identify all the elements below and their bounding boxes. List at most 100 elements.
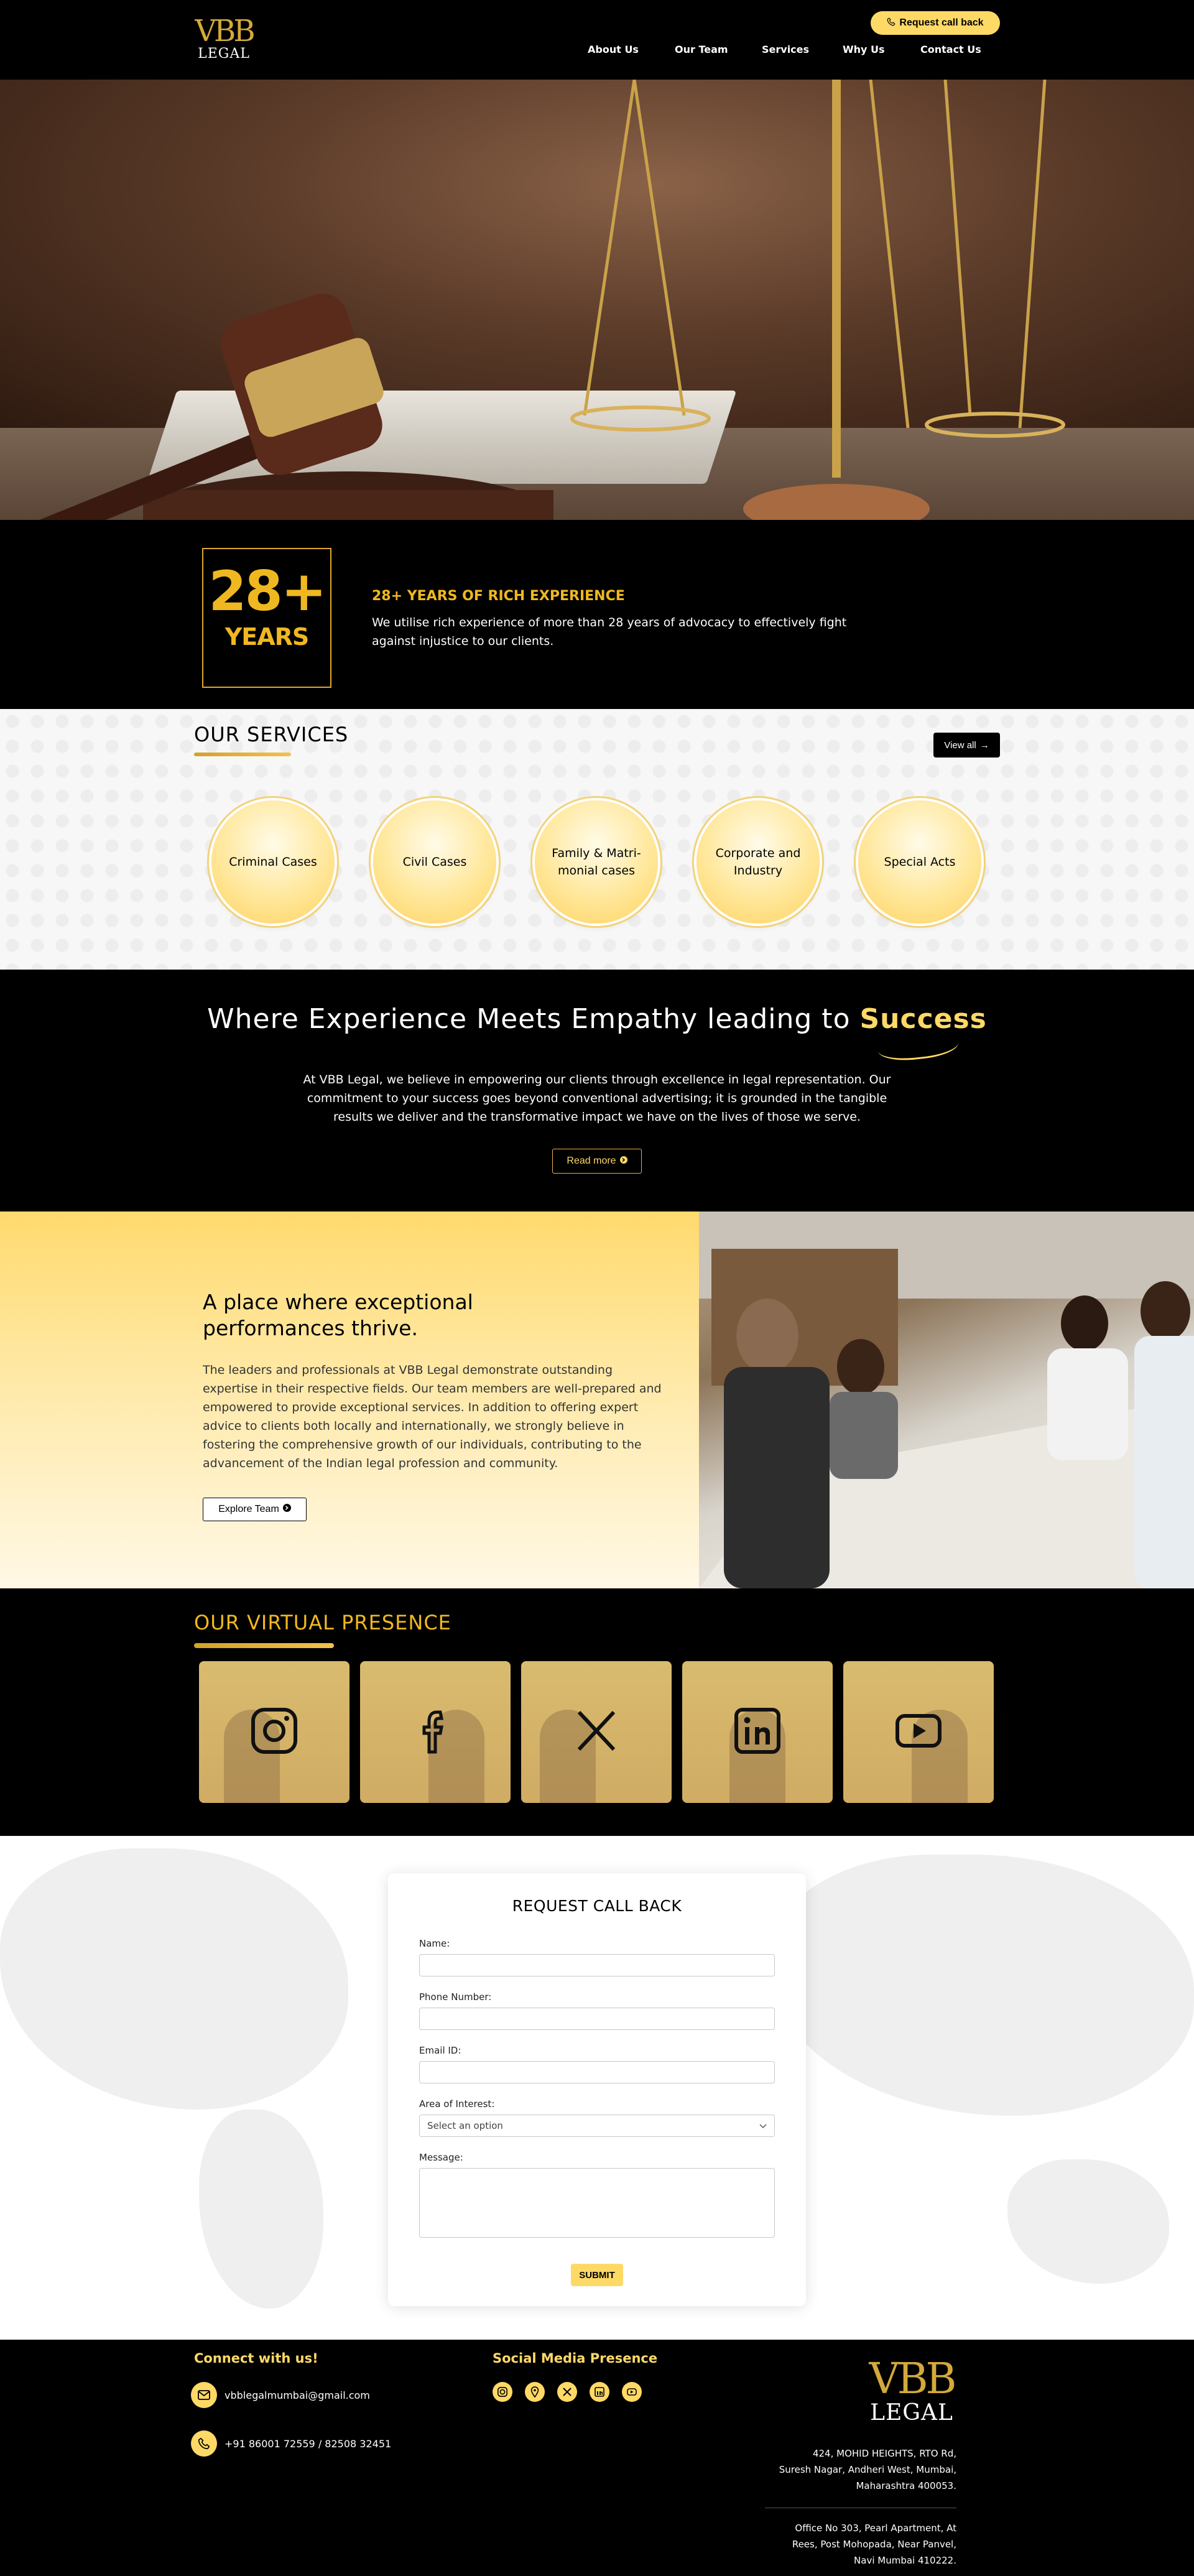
footer-email[interactable]: vbblegalmumbai@gmail.com	[191, 2382, 370, 2408]
request-callback-label: Request call back	[899, 17, 984, 28]
world-map-americas	[0, 1848, 348, 2110]
email-input[interactable]	[419, 2061, 775, 2083]
area-label: Area of Interest:	[419, 2098, 495, 2110]
world-map-australia	[1007, 2159, 1169, 2284]
contact-section: REQUEST CALL BACK Name: Phone Number: Em…	[0, 1836, 1194, 2340]
service-label: Corporate and Industry	[715, 846, 801, 878]
name-input[interactable]	[419, 1954, 775, 1976]
service-family-matrimonial[interactable]: Family & Matri-monial cases	[535, 800, 658, 924]
logo-text: LEGAL	[198, 46, 250, 62]
logo-mark: VBB	[195, 14, 255, 49]
nav-about-us[interactable]: About Us	[588, 44, 675, 55]
instagram-tile[interactable]	[199, 1661, 349, 1803]
nav-contact-us[interactable]: Contact Us	[920, 44, 989, 55]
linkedin-icon[interactable]	[590, 2382, 609, 2402]
experience-title: 28+ YEARS OF RICH EXPERIENCE	[372, 588, 625, 604]
nav-why-us[interactable]: Why Us	[843, 44, 920, 55]
read-more-button[interactable]: Read more	[552, 1149, 642, 1174]
success-underline-swoosh	[877, 1036, 960, 1063]
instagram-icon	[249, 1706, 299, 1758]
footer-phone-text: +91 86001 72559 / 82508 32451	[224, 2437, 392, 2450]
services-title-underline	[194, 753, 291, 756]
youtube-icon[interactable]	[622, 2382, 642, 2402]
footer-email-text: vbblegalmumbai@gmail.com	[224, 2389, 370, 2401]
virtual-presence-underline	[194, 1643, 334, 1648]
social-title: Social Media Presence	[493, 2351, 658, 2366]
address-line: Suresh Nagar, Andheri West, Mumbai,	[779, 2464, 956, 2475]
facebook-icon	[410, 1706, 460, 1758]
team-section: A place where exceptional performances t…	[0, 1212, 1194, 1588]
arrow-right-icon: →	[979, 739, 989, 751]
site-header: VBB LEGAL Request call back About Us Our…	[0, 0, 1194, 80]
virtual-presence-section: OUR VIRTUAL PRESENCE	[0, 1588, 1194, 1836]
linkedin-tile[interactable]	[682, 1661, 833, 1803]
empathy-title: Where Experience Meets Empathy leading t…	[0, 1003, 1194, 1035]
nav-our-team[interactable]: Our Team	[675, 44, 762, 55]
service-label: Criminal Cases	[229, 855, 317, 869]
footer-phone[interactable]: +91 86001 72559 / 82508 32451	[191, 2430, 391, 2457]
message-textarea[interactable]	[419, 2168, 775, 2238]
youtube-tile[interactable]	[843, 1661, 994, 1803]
world-map-eurasia	[771, 1855, 1194, 2116]
request-callback-button[interactable]: Request call back	[871, 11, 1000, 35]
empathy-text: At VBB Legal, we believe in empowering o…	[303, 1073, 891, 1124]
service-special-acts[interactable]: Special Acts	[858, 800, 981, 924]
scales-illustration	[570, 80, 1065, 520]
hero-banner	[0, 80, 1194, 520]
x-tile[interactable]	[521, 1661, 672, 1803]
years-unit: YEARS	[224, 623, 310, 651]
area-select[interactable]: Select an option	[419, 2115, 775, 2137]
empathy-title-main: Where Experience Meets Empathy leading t…	[207, 1003, 860, 1035]
view-all-button[interactable]: View all →	[933, 733, 1000, 758]
service-criminal-cases[interactable]: Criminal Cases	[211, 800, 335, 924]
phone-input[interactable]	[419, 2008, 775, 2030]
gavel-illustration	[0, 294, 553, 520]
chevron-down-icon	[759, 2120, 767, 2131]
instagram-icon[interactable]	[493, 2382, 512, 2402]
service-civil-cases[interactable]: Civil Cases	[373, 800, 496, 924]
experience-section: 28+ YEARS 28+ YEARS OF RICH EXPERIENCE W…	[0, 520, 1194, 709]
address-line: Navi Mumbai 410222.	[854, 2555, 956, 2566]
site-footer: Connect with us! vbblegalmumbai@gmail.co…	[0, 2340, 1194, 2576]
nav-services[interactable]: Services	[762, 44, 843, 55]
callback-form: REQUEST CALL BACK Name: Phone Number: Em…	[388, 1873, 806, 2306]
service-label: Family & Matri-monial cases	[552, 846, 641, 878]
phone-icon	[191, 2430, 217, 2457]
arrow-circle-icon	[282, 1504, 291, 1515]
address-navi-mumbai: Office No 303, Pearl Apartment, At Rees,…	[757, 2520, 956, 2569]
address-line: Rees, Post Mohopada, Near Panvel,	[792, 2539, 956, 2550]
location-icon[interactable]	[525, 2382, 545, 2402]
years-number: 28+	[208, 559, 326, 623]
view-all-label: View all	[944, 739, 976, 751]
linkedin-icon	[733, 1706, 782, 1758]
footer-logo[interactable]: VBB LEGAL	[866, 2358, 958, 2425]
form-title: REQUEST CALL BACK	[512, 1897, 682, 1915]
service-corporate-industry[interactable]: Corporate and Industry	[696, 800, 820, 924]
service-list: Criminal Cases Civil Cases Family & Matr…	[211, 800, 983, 925]
footer-logo-text: LEGAL	[870, 2400, 953, 2425]
footer-logo-mark: VBB	[869, 2355, 956, 2404]
x-icon[interactable]	[557, 2382, 577, 2402]
email-label: Email ID:	[419, 2045, 461, 2056]
service-label: Civil Cases	[402, 855, 467, 869]
world-map-south-america	[199, 2110, 323, 2309]
connect-title: Connect with us!	[194, 2351, 318, 2366]
services-title: OUR SERVICES	[194, 723, 349, 746]
logo[interactable]: VBB LEGAL	[194, 14, 255, 62]
empathy-section: Where Experience Meets Empathy leading t…	[0, 970, 1194, 1212]
address-line: 424, MOHID HEIGHTS, RTO Rd,	[812, 2448, 956, 2459]
social-tiles	[199, 1661, 995, 1803]
explore-team-button[interactable]: Explore Team	[203, 1498, 307, 1521]
message-label: Message:	[419, 2152, 463, 2163]
team-title: A place where exceptional performances t…	[203, 1290, 473, 1340]
team-text-panel: A place where exceptional performances t…	[0, 1212, 699, 1588]
address-line: Maharashtra 400053.	[856, 2480, 956, 2491]
explore-team-label: Explore Team	[218, 1504, 279, 1514]
submit-button[interactable]: SUBMIT	[571, 2264, 623, 2286]
address-andheri: 424, MOHID HEIGHTS, RTO Rd, Suresh Nagar…	[757, 2445, 956, 2494]
read-more-label: Read more	[567, 1156, 616, 1166]
youtube-icon	[894, 1706, 943, 1758]
facebook-tile[interactable]	[360, 1661, 511, 1803]
team-text: The leaders and professionals at VBB Leg…	[203, 1363, 662, 1470]
area-selected-value: Select an option	[427, 2120, 503, 2131]
